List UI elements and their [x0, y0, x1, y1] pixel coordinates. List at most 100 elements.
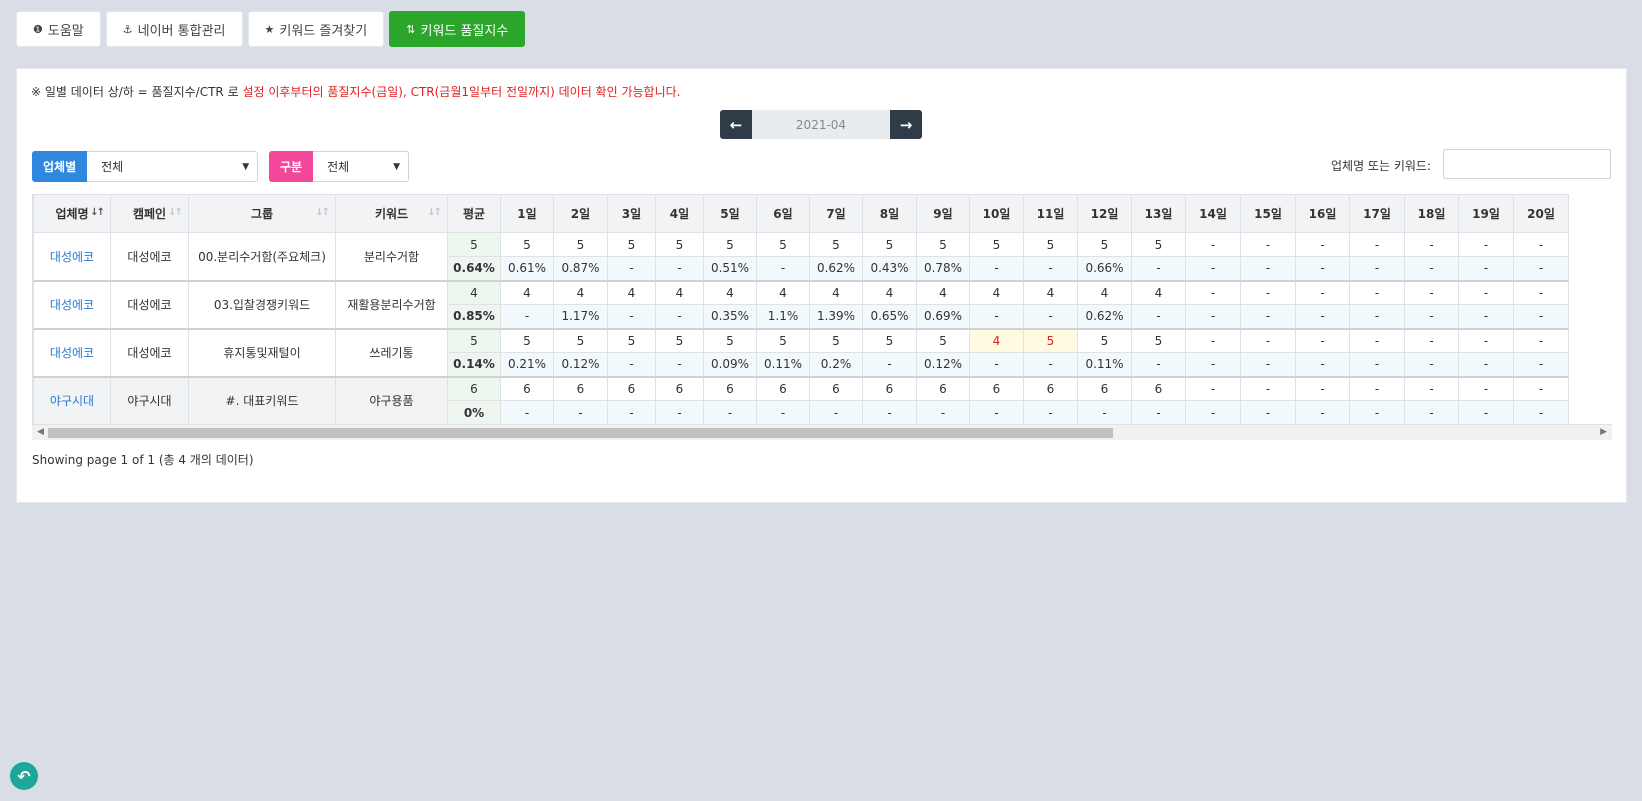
group-cell: 03.입찰경쟁키워드 — [188, 279, 336, 329]
ctr-day-cell: - — [1131, 304, 1186, 329]
ctr-day-cell: - — [703, 400, 757, 425]
undo-icon: ↶ — [17, 766, 31, 786]
header-label: 20일 — [1527, 207, 1555, 221]
help-label: 도움말 — [47, 23, 84, 39]
sort-icon[interactable]: ↓↑ — [90, 207, 105, 218]
header-label: 2일 — [570, 207, 591, 221]
sort-icon[interactable]: ↓↑ — [315, 207, 330, 218]
ctr-day-cell: - — [1295, 304, 1350, 329]
scroll-right-icon[interactable]: ▶ — [1600, 427, 1607, 437]
header-day: 7일 — [809, 194, 863, 233]
help-button[interactable]: ❶ 도움말 — [16, 11, 101, 47]
header-company[interactable]: 업체명 ↓↑ — [33, 194, 111, 233]
quality-day-cell: 5 — [916, 232, 970, 257]
company-select[interactable]: 전체 ▼ — [87, 151, 259, 182]
header-day: 4일 — [655, 194, 704, 233]
header-day: 12일 — [1077, 194, 1132, 233]
search-input[interactable] — [1443, 149, 1611, 179]
prev-month-button[interactable]: ← — [720, 110, 752, 139]
sort-icon[interactable]: ↓↑ — [168, 207, 183, 218]
keyword-favorites-button[interactable]: ★ 키워드 즐겨찾기 — [247, 11, 385, 47]
notice-highlight: 설정 이후부터의 품질지수(금일), CTR(금월1일부터 전일까지) 데이터 … — [242, 85, 681, 99]
main-panel: ※ 일별 데이터 상/하 = 품질지수/CTR 로 설정 이후부터의 품질지수(… — [16, 68, 1627, 503]
ctr-average-cell: 0.14% — [447, 352, 501, 377]
info-icon: ❶ — [33, 22, 43, 36]
header-label: 16일 — [1308, 207, 1337, 221]
horizontal-scrollbar[interactable]: ◀ ▶ — [32, 424, 1612, 440]
quality-day-cell: - — [1349, 279, 1405, 305]
quality-day-cell: 5 — [607, 327, 656, 353]
quality-day-cell: 6 — [756, 375, 810, 401]
campaign-cell: 대성에코 — [110, 279, 189, 329]
header-campaign[interactable]: 캠페인 ↓↑ — [110, 194, 189, 233]
quality-day-cell: - — [1513, 279, 1569, 305]
next-month-button[interactable]: → — [890, 110, 922, 139]
ctr-day-cell: - — [756, 400, 810, 425]
header-label: 8일 — [879, 207, 900, 221]
quality-day-cell: 4 — [969, 279, 1024, 305]
ctr-day-cell: - — [1404, 352, 1459, 377]
ctr-day-cell: - — [655, 304, 704, 329]
back-button[interactable]: ↶ — [10, 762, 38, 790]
ctr-day-cell: 0.43% — [862, 256, 917, 281]
star-icon: ★ — [264, 22, 275, 36]
ctr-day-cell: - — [862, 400, 917, 425]
quality-day-cell: 6 — [1023, 375, 1078, 401]
company-cell[interactable]: 대성에코 — [33, 232, 111, 281]
quality-day-cell: - — [1295, 327, 1350, 353]
quality-day-cell: 6 — [500, 375, 554, 401]
quality-day-cell: 4 — [1023, 279, 1078, 305]
header-day: 5일 — [703, 194, 757, 233]
header-label: 12일 — [1090, 207, 1119, 221]
quality-day-cell: - — [1349, 327, 1405, 353]
header-label: 그룹 — [250, 207, 274, 221]
ctr-day-cell: - — [1458, 256, 1514, 281]
scrollbar-thumb[interactable] — [48, 428, 1113, 438]
quality-day-cell: 5 — [500, 327, 554, 353]
ctr-day-cell: 0.12% — [553, 352, 608, 377]
quality-day-cell: - — [1404, 375, 1459, 401]
quality-day-cell: - — [1240, 375, 1296, 401]
group-cell: 휴지통및재털이 — [188, 327, 336, 377]
ctr-day-cell: - — [607, 304, 656, 329]
ctr-day-cell: - — [1131, 256, 1186, 281]
ctr-day-cell: - — [809, 400, 863, 425]
company-cell[interactable]: 야구시대 — [33, 375, 111, 425]
quality-day-cell: 4 — [703, 279, 757, 305]
quality-day-cell: - — [1404, 279, 1459, 305]
quality-day-cell: - — [1404, 327, 1459, 353]
ctr-day-cell: - — [607, 256, 656, 281]
header-label: 7일 — [826, 207, 846, 221]
keyword-quality-button[interactable]: ⇅ 키워드 품질지수 — [389, 11, 526, 47]
header-day: 3일 — [607, 194, 656, 233]
ctr-day-cell: - — [969, 400, 1024, 425]
quality-day-cell: 6 — [862, 375, 917, 401]
sort-icon[interactable]: ↓↑ — [427, 207, 442, 218]
header-label: 4일 — [669, 207, 690, 221]
ctr-day-cell: - — [1185, 352, 1241, 377]
company-cell[interactable]: 대성에코 — [33, 327, 111, 377]
ctr-day-cell: - — [969, 256, 1024, 281]
ctr-day-cell: 0.66% — [1077, 256, 1132, 281]
header-group[interactable]: 그룹 ↓↑ — [188, 194, 336, 233]
naver-manage-button[interactable]: ⚓ 네이버 통합관리 — [105, 11, 243, 47]
ctr-day-cell: 0.2% — [809, 352, 863, 377]
quality-table-wrapper: 업체명 ↓↑ 캠페인 ↓↑ 그룹 ↓↑ 키워드 ↓↑ 평균 1일 2일 3일 4일 5일 6일 7일 8일 9일 1… — [32, 194, 1612, 426]
ctr-day-cell: - — [1513, 304, 1569, 329]
header-day: 13일 — [1131, 194, 1186, 233]
header-keyword[interactable]: 키워드 ↓↑ — [335, 194, 448, 233]
quality-day-cell: - — [1458, 375, 1514, 401]
ctr-day-cell: - — [1349, 304, 1405, 329]
header-label: 19일 — [1472, 207, 1500, 221]
header-average: 평균 — [447, 194, 501, 233]
quality-day-cell: 6 — [969, 375, 1024, 401]
ctr-day-cell: - — [1513, 352, 1569, 377]
scroll-left-icon[interactable]: ◀ — [37, 427, 44, 437]
top-toolbar: ❶ 도움말 ⚓ 네이버 통합관리 ★ 키워드 즐겨찾기 ⇅ 키워드 품질지수 — [16, 11, 526, 47]
quality-day-cell: 6 — [553, 375, 608, 401]
header-day: 6일 — [756, 194, 810, 233]
ctr-day-cell: - — [1458, 304, 1514, 329]
company-cell[interactable]: 대성에코 — [33, 279, 111, 329]
category-select[interactable]: 전체 ▼ — [313, 151, 410, 182]
header-day: 14일 — [1185, 194, 1241, 233]
